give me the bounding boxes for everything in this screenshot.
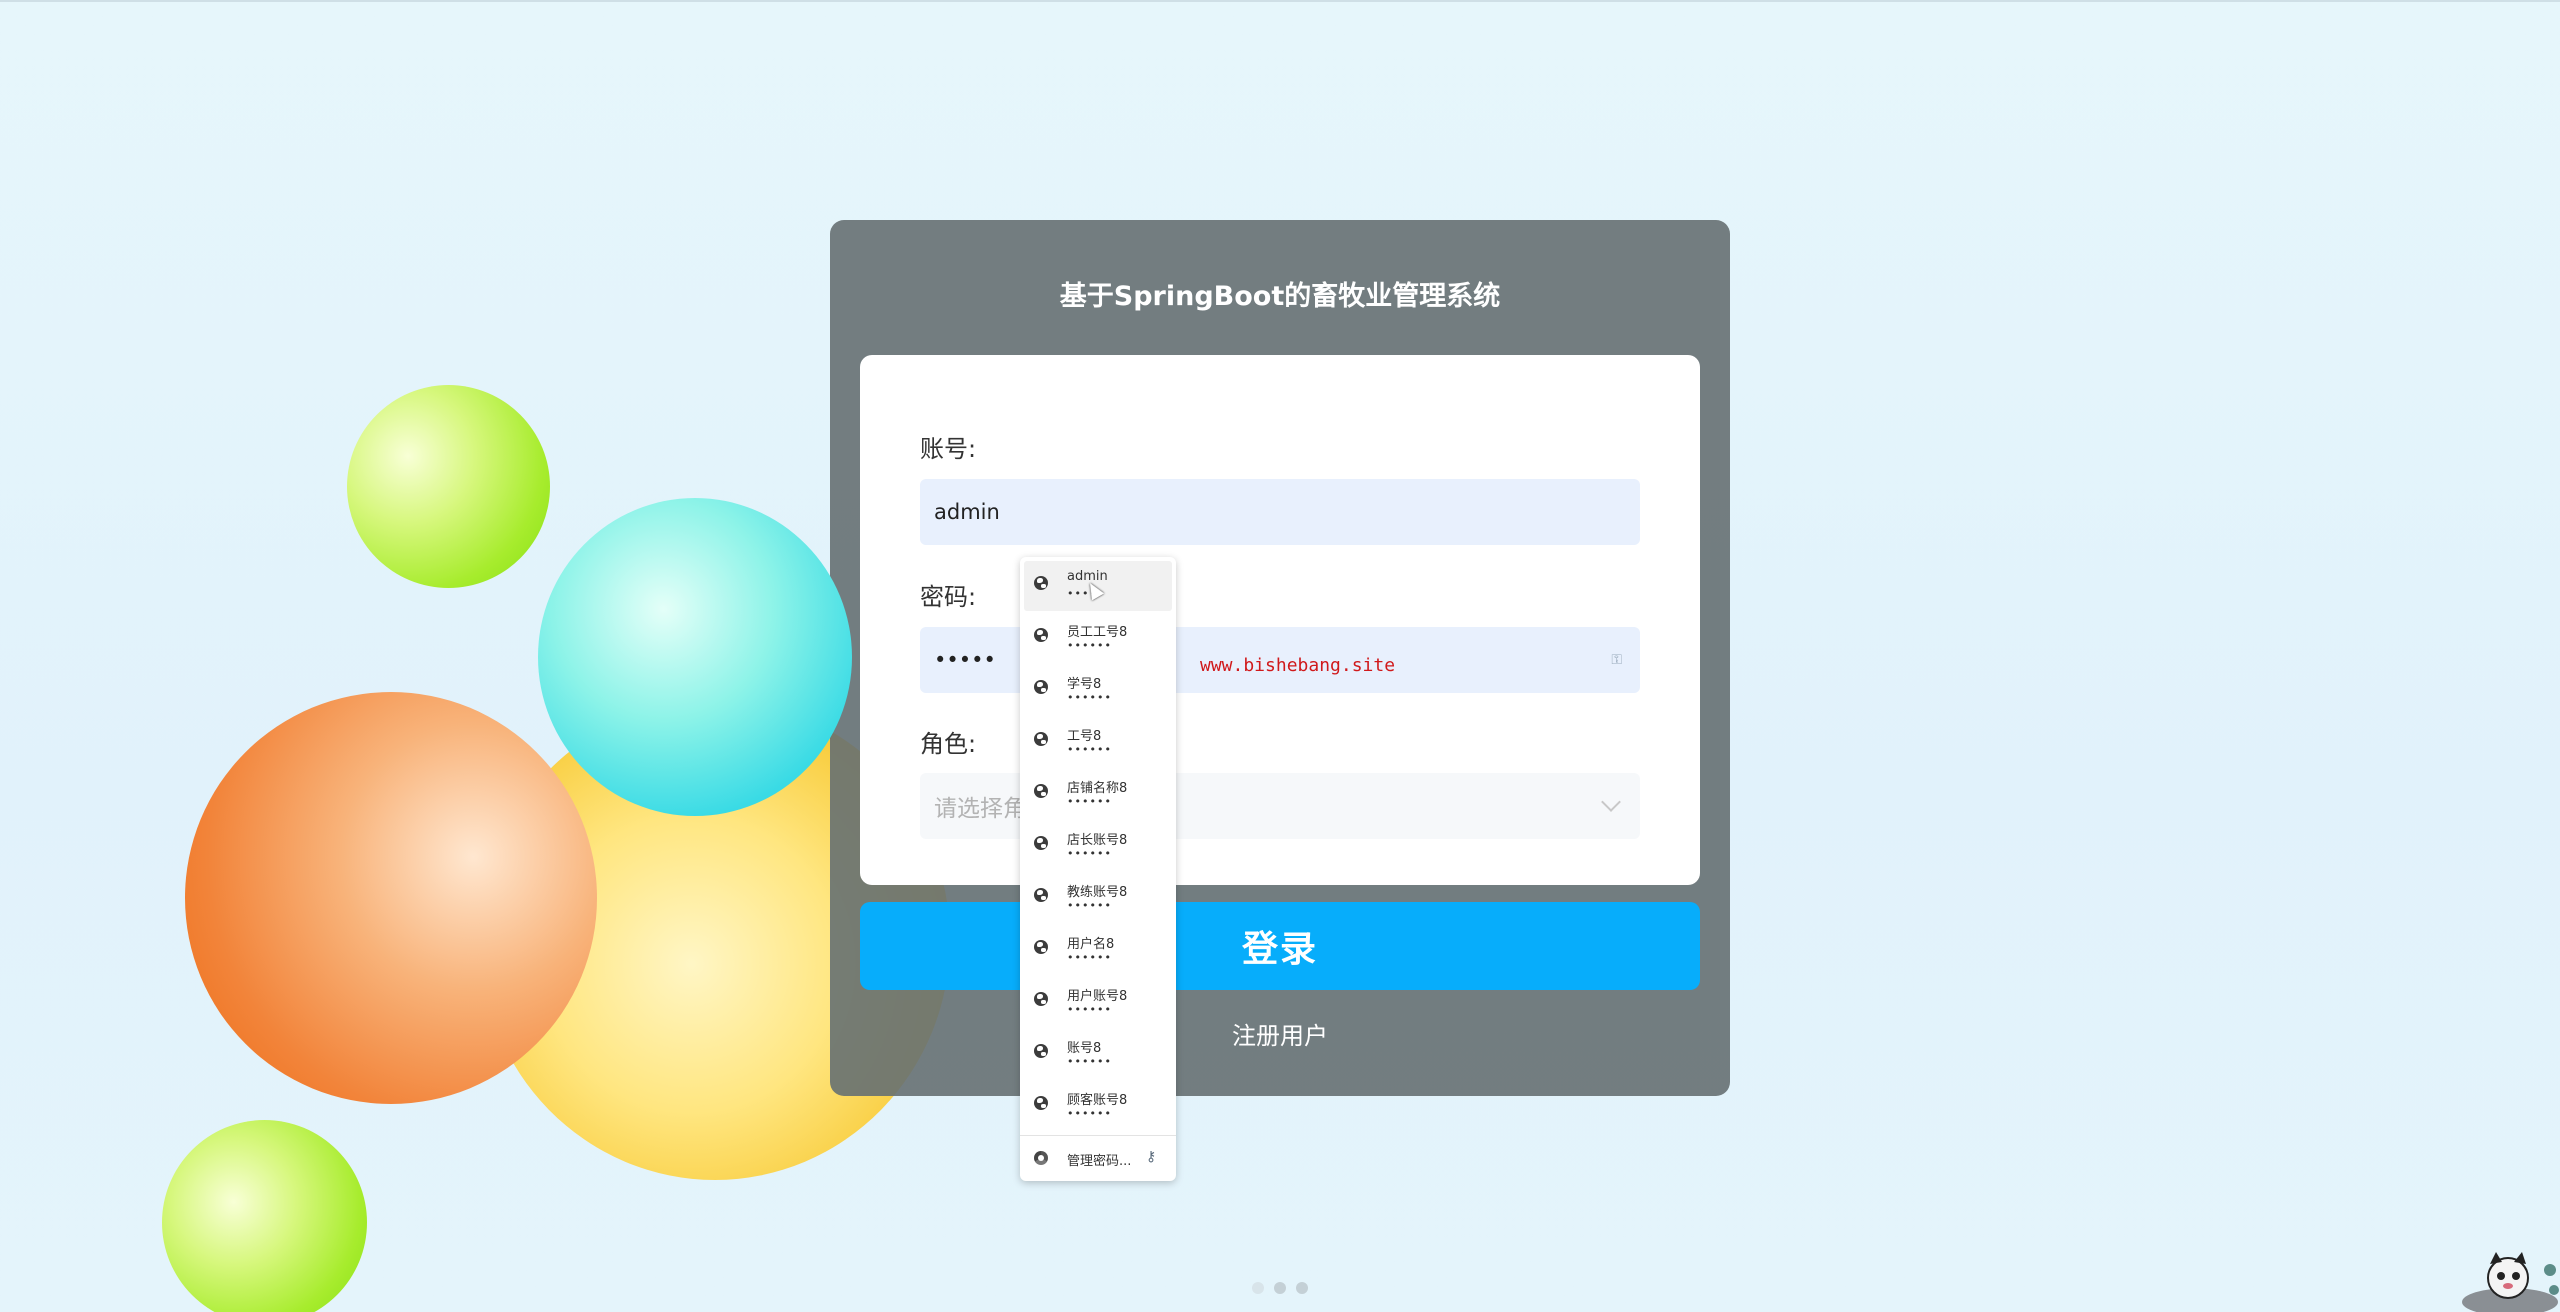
top-border <box>0 0 2560 2</box>
globe-icon <box>1034 732 1048 746</box>
autofill-item[interactable]: 账号8 •••••• <box>1024 1029 1172 1079</box>
manage-passwords-label: 管理密码... <box>1067 1154 1132 1169</box>
globe-icon <box>1034 1096 1048 1110</box>
globe-icon <box>1034 1044 1048 1058</box>
chevron-down-icon <box>1601 792 1621 812</box>
globe-icon <box>1034 836 1048 850</box>
autofill-item[interactable]: 员工工号8 •••••• <box>1024 613 1172 663</box>
login-form: 账号: admin 密码: ••••• ⚿ 角色: 请选择角色 <box>860 355 1700 885</box>
autofill-item[interactable]: 店长账号8 •••••• <box>1024 821 1172 871</box>
decorative-ball-green-bottom <box>162 1120 367 1312</box>
autofill-item[interactable]: 用户名8 •••••• <box>1024 925 1172 975</box>
autofill-item[interactable]: 学号8 •••••• <box>1024 665 1172 715</box>
autofill-username: 教练账号8 <box>1067 885 1128 900</box>
globe-icon <box>1034 940 1048 954</box>
register-link[interactable]: 注册用户 <box>830 1016 1730 1051</box>
autofill-password: •••••• <box>1067 847 1112 860</box>
autofill-item[interactable]: 工号8 •••••• <box>1024 717 1172 767</box>
autofill-username: 员工工号8 <box>1067 625 1128 640</box>
autofill-username: 用户账号8 <box>1067 989 1128 1004</box>
autofill-username: 学号8 <box>1067 677 1102 692</box>
password-autofill-dropdown: admin ••••• 员工工号8 •••••• 学号8 •••••• 工号8 … <box>1020 557 1176 1181</box>
globe-icon <box>1034 576 1048 590</box>
autofill-item[interactable]: 顾客账号8 •••••• <box>1024 1081 1172 1131</box>
decorative-ball-orange <box>185 692 597 1104</box>
account-label: 账号: <box>920 435 977 463</box>
autofill-password: •••••• <box>1067 951 1112 964</box>
mascot-icon <box>2462 1252 2559 1312</box>
password-label: 密码: <box>920 583 977 611</box>
account-input[interactable]: admin <box>920 479 1640 545</box>
carousel-dot[interactable] <box>1296 1282 1308 1294</box>
password-input-value: ••••• <box>934 648 996 672</box>
globe-icon <box>1034 888 1048 902</box>
carousel-dot[interactable] <box>1274 1282 1286 1294</box>
autofill-username: 用户名8 <box>1067 937 1115 952</box>
key-icon: ⚷ <box>1146 1149 1157 1165</box>
globe-icon <box>1034 628 1048 642</box>
autofill-password: •••••• <box>1067 899 1112 912</box>
chrome-icon <box>1034 1151 1048 1165</box>
manage-passwords-button[interactable]: 管理密码... ⚷ <box>1024 1141 1172 1177</box>
autofill-item[interactable]: 用户账号8 •••••• <box>1024 977 1172 1027</box>
password-key-icon[interactable]: ⚿ <box>1611 652 1622 668</box>
autofill-password: •••••• <box>1067 743 1112 756</box>
autofill-username: 店铺名称8 <box>1067 781 1128 796</box>
globe-icon <box>1034 680 1048 694</box>
autofill-password: •••••• <box>1067 691 1112 704</box>
autofill-item[interactable]: 店铺名称8 •••••• <box>1024 769 1172 819</box>
account-input-value: admin <box>934 500 1000 524</box>
decorative-ball-cyan <box>538 498 852 816</box>
autofill-divider <box>1020 1135 1176 1136</box>
autofill-username: 店长账号8 <box>1067 833 1128 848</box>
autofill-username: 顾客账号8 <box>1067 1093 1128 1108</box>
autofill-password: •••••• <box>1067 1003 1112 1016</box>
autofill-password: •••••• <box>1067 639 1112 652</box>
autofill-username: 工号8 <box>1067 729 1102 744</box>
role-label: 角色: <box>920 730 977 758</box>
carousel-dot[interactable] <box>1252 1282 1264 1294</box>
login-button[interactable]: 登录 <box>860 902 1700 990</box>
autofill-username: admin <box>1067 569 1108 584</box>
decorative-ball-green <box>347 385 550 588</box>
globe-icon <box>1034 784 1048 798</box>
autofill-password: •••••• <box>1067 1055 1112 1068</box>
autofill-username: 账号8 <box>1067 1041 1102 1056</box>
autofill-item[interactable]: 教练账号8 •••••• <box>1024 873 1172 923</box>
autofill-password: •••••• <box>1067 795 1112 808</box>
autofill-password: •••••• <box>1067 1107 1112 1120</box>
watermark-text: www.bishebang.site <box>1200 655 1396 676</box>
globe-icon <box>1034 992 1048 1006</box>
page-title: 基于SpringBoot的畜牧业管理系统 <box>1059 281 1501 312</box>
